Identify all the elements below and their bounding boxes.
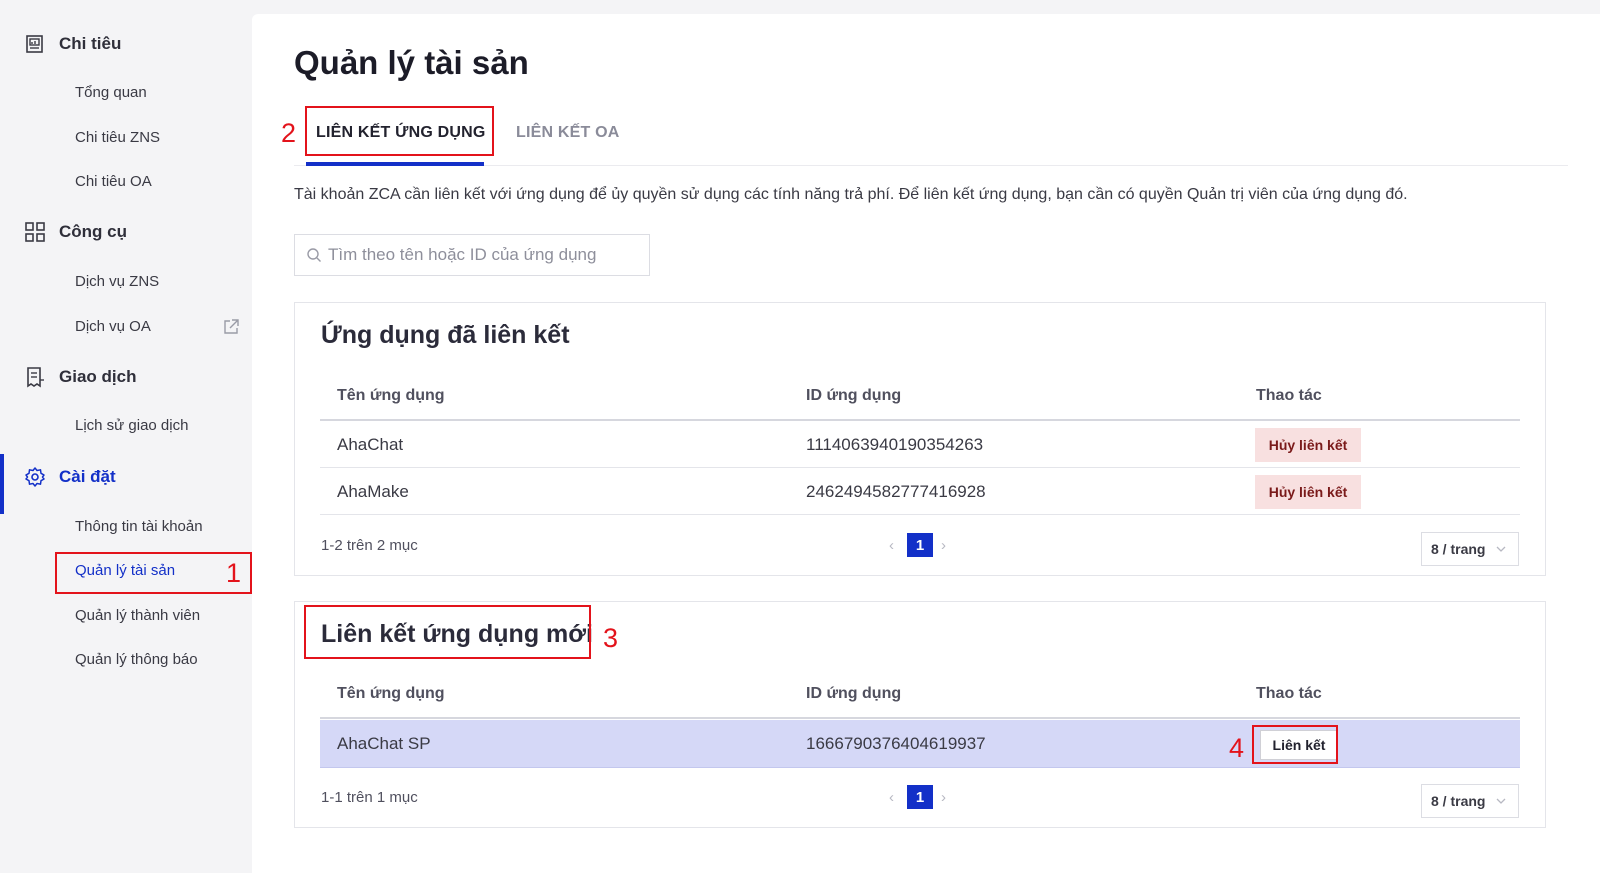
pagination-page-button[interactable]: 1 xyxy=(907,785,933,809)
sidebar-item-chi-tieu-oa[interactable]: Chi tiêu OA xyxy=(75,171,152,193)
sidebar-item-tong-quan[interactable]: Tổng quan xyxy=(75,82,147,104)
sidebar-group-giao-dich[interactable]: Giao dịch xyxy=(0,357,252,397)
sidebar-group-cai-dat[interactable]: Cài đặt xyxy=(0,457,252,497)
chevron-down-icon xyxy=(1496,546,1506,552)
table-header: Tên ứng dụng ID ứng dụng Thao tác xyxy=(320,675,1520,719)
pagination-summary: 1-2 trên 2 mục xyxy=(321,537,418,554)
sidebar-group-chi-tieu[interactable]: Chi tiêu xyxy=(0,24,252,64)
column-header-action: Thao tác xyxy=(1256,685,1322,702)
external-link-icon[interactable] xyxy=(222,318,240,336)
card-title: Ứng dụng đã liên kết xyxy=(321,321,570,349)
annotation-number-2: 2 xyxy=(281,118,297,148)
unlink-button[interactable]: Hủy liên kết xyxy=(1255,475,1361,509)
grid-icon xyxy=(25,222,45,242)
description-text: Tài khoản ZCA cần liên kết với ứng dụng … xyxy=(294,186,1408,203)
column-header-id: ID ứng dụng xyxy=(806,387,902,404)
table-row: AhaChat SP 1666790376404619937 Liên kết xyxy=(320,720,1520,768)
page-size-value: 8 / trang xyxy=(1431,541,1486,557)
gear-icon xyxy=(25,467,45,487)
sidebar-item-thong-tin-tai-khoan[interactable]: Thông tin tài khoản xyxy=(75,516,203,538)
pagination-next-icon[interactable]: › xyxy=(941,537,946,554)
page-size-select[interactable]: 8 / trang xyxy=(1421,784,1519,818)
app-name: AhaChat xyxy=(337,435,404,454)
app-id: 1114063940190354263 xyxy=(806,435,984,454)
pagination-next-icon[interactable]: › xyxy=(941,789,946,806)
pagination-prev-icon[interactable]: ‹ xyxy=(889,537,894,554)
page-title: Quản lý tài sản xyxy=(294,44,529,81)
sidebar-item-dich-vu-zns[interactable]: Dịch vụ ZNS xyxy=(75,271,159,293)
search-box[interactable] xyxy=(294,234,650,276)
app-id: 2462494582777416928 xyxy=(806,482,986,501)
annotation-box-3 xyxy=(304,605,591,659)
linked-apps-card: Ứng dụng đã liên kết Tên ứng dụng ID ứng… xyxy=(294,302,1546,576)
chevron-down-icon xyxy=(1496,798,1506,804)
search-input[interactable] xyxy=(328,245,628,265)
table-header: Tên ứng dụng ID ứng dụng Thao tác xyxy=(320,377,1520,421)
sidebar-group-label: Giao dịch xyxy=(59,367,137,386)
pagination-page-button[interactable]: 1 xyxy=(907,533,933,557)
unlink-button[interactable]: Hủy liên kết xyxy=(1255,428,1361,462)
app-id: 1666790376404619937 xyxy=(806,734,986,753)
pagination-prev-icon[interactable]: ‹ xyxy=(889,789,894,806)
annotation-number-1: 1 xyxy=(226,558,242,588)
active-tab-underline xyxy=(306,162,484,166)
sidebar-group-label: Công cụ xyxy=(59,222,127,241)
sidebar-group-label: Chi tiêu xyxy=(59,34,122,53)
receipt-icon xyxy=(27,367,44,388)
sidebar-item-dich-vu-oa[interactable]: Dịch vụ OA xyxy=(75,316,151,338)
annotation-number-3: 3 xyxy=(603,623,619,653)
column-header-id: ID ứng dụng xyxy=(806,685,902,702)
sidebar-item-quan-ly-thanh-vien[interactable]: Quản lý thành viên xyxy=(75,605,200,627)
column-header-name: Tên ứng dụng xyxy=(337,387,445,404)
app-name: AhaChat SP xyxy=(337,734,431,753)
annotation-box-1 xyxy=(55,552,252,594)
table-row: AhaChat 1114063940190354263 Hủy liên kết xyxy=(320,421,1520,468)
tab-lien-ket-oa[interactable]: LIÊN KẾT OA xyxy=(516,124,620,142)
pagination-summary: 1-1 trên 1 mục xyxy=(321,789,418,806)
report-icon xyxy=(26,35,43,53)
sidebar-item-quan-ly-thong-bao[interactable]: Quản lý thông báo xyxy=(75,649,198,671)
annotation-box-2 xyxy=(305,106,494,156)
column-header-name: Tên ứng dụng xyxy=(337,685,445,702)
sidebar-item-lich-su-giao-dich[interactable]: Lịch sử giao dịch xyxy=(75,415,188,437)
page-size-select[interactable]: 8 / trang xyxy=(1421,532,1519,566)
annotation-box-4 xyxy=(1252,725,1338,764)
sidebar-group-label: Cài đặt xyxy=(59,467,116,486)
app-name: AhaMake xyxy=(337,482,409,501)
sidebar-group-cong-cu[interactable]: Công cụ xyxy=(0,212,252,252)
search-icon xyxy=(307,248,321,262)
sidebar: Chi tiêu Tổng quan Chi tiêu ZNS Chi tiêu… xyxy=(0,14,252,873)
table-row: AhaMake 2462494582777416928 Hủy liên kết xyxy=(320,468,1520,515)
annotation-number-4: 4 xyxy=(1229,733,1245,763)
column-header-action: Thao tác xyxy=(1256,387,1322,404)
sidebar-item-chi-tieu-zns[interactable]: Chi tiêu ZNS xyxy=(75,127,160,149)
page-size-value: 8 / trang xyxy=(1431,793,1486,809)
